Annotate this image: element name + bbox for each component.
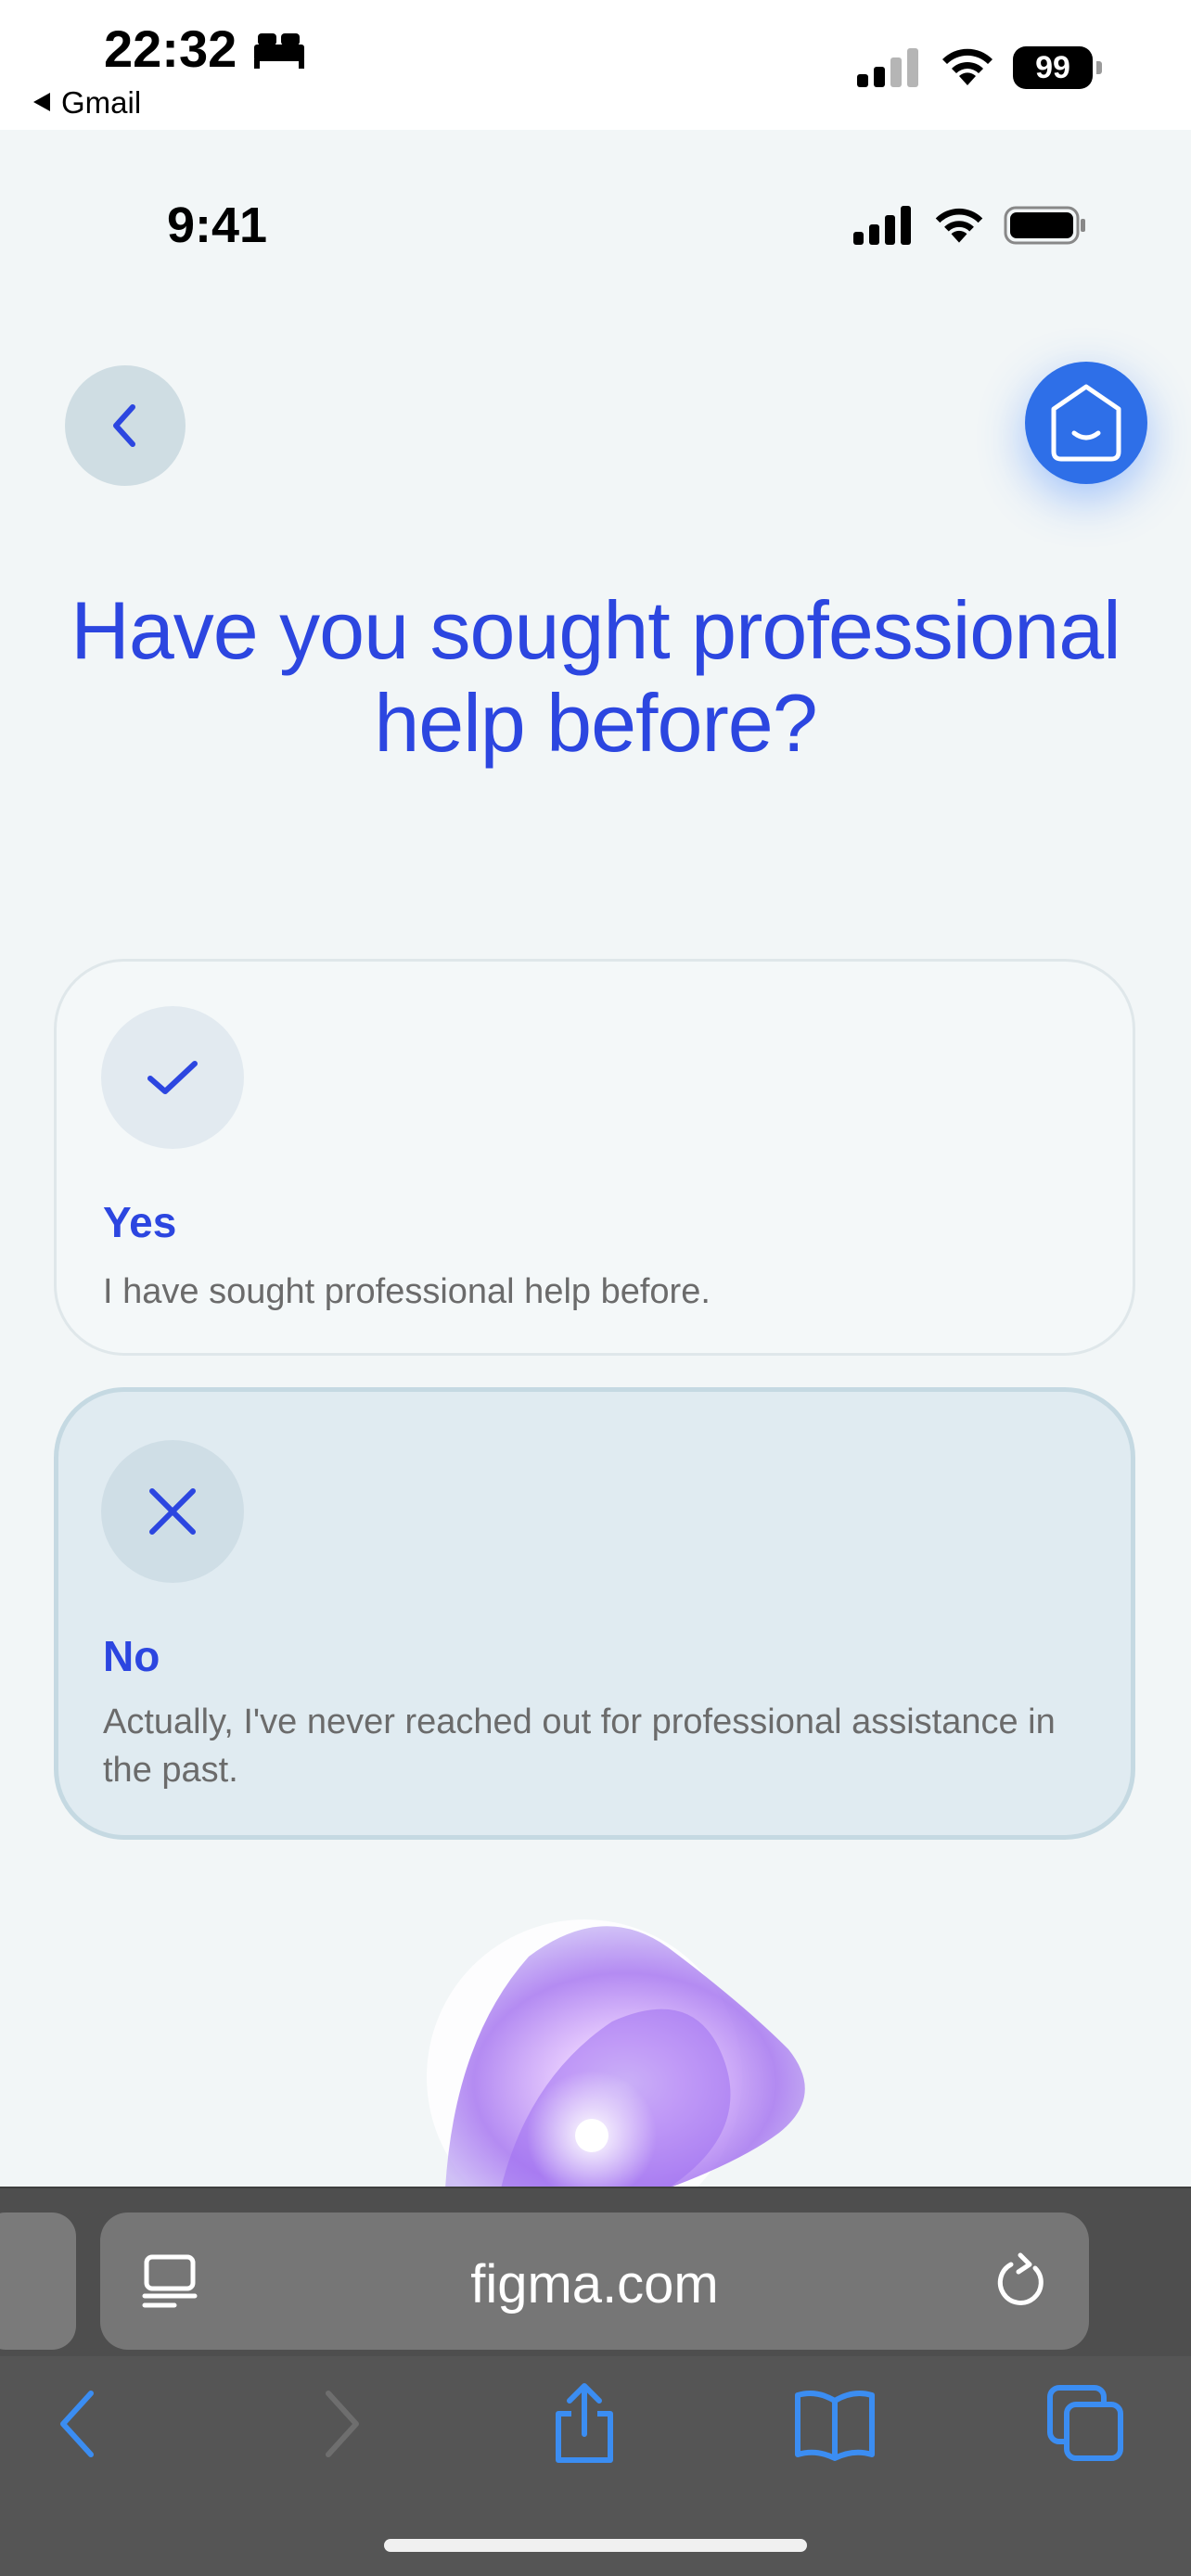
previous-tab-preview[interactable] — [0, 2213, 76, 2350]
system-status-bar: 22:32 Gmail 99 — [0, 0, 1191, 130]
home-assistant-button[interactable] — [1025, 362, 1147, 484]
battery-indicator: 99 — [1013, 46, 1102, 89]
option-yes-title: Yes — [103, 1198, 177, 1246]
share-icon[interactable] — [549, 2382, 620, 2466]
battery-nub — [1096, 61, 1102, 74]
app-battery-icon — [1004, 206, 1085, 245]
battery-level: 99 — [1013, 46, 1093, 89]
option-no-icon-circle — [101, 1440, 244, 1583]
tabs-icon[interactable] — [1044, 2382, 1128, 2466]
check-icon — [147, 1061, 198, 1094]
home-indicator — [384, 2539, 807, 2552]
option-no-description: Actually, I've never reached out for pro… — [103, 1702, 1056, 1790]
x-icon — [149, 1488, 196, 1535]
bookmarks-icon[interactable] — [792, 2382, 877, 2466]
option-yes-icon-circle — [101, 1006, 244, 1149]
bed-icon — [254, 33, 304, 69]
chevron-left-icon — [113, 404, 135, 447]
app-mock-clock: 9:41 — [167, 198, 268, 253]
browser-forward-icon[interactable] — [312, 2382, 367, 2466]
option-yes[interactable]: Yes I have sought professional help befo… — [54, 959, 1135, 1356]
cellular-signal-icon — [857, 48, 918, 87]
system-clock: 22:32 — [104, 19, 237, 78]
address-bar[interactable]: figma.com — [100, 2213, 1089, 2350]
url-text: figma.com — [470, 2254, 719, 2315]
option-yes-description: I have sought professional help before. — [103, 1272, 711, 1311]
reload-icon[interactable] — [992, 2251, 1048, 2313]
back-button[interactable] — [65, 365, 186, 486]
back-app-label: Gmail — [61, 85, 142, 120]
smiling-house-icon — [1051, 384, 1121, 462]
browser-back-icon[interactable] — [52, 2382, 108, 2466]
browser-chrome: figma.com — [0, 2187, 1191, 2576]
option-no-title: No — [103, 1632, 160, 1680]
question-title: Have you sought professional help before… — [70, 584, 1121, 769]
back-triangle-icon — [33, 93, 50, 112]
wifi-icon — [942, 48, 992, 85]
address-bar-area: figma.com — [0, 2187, 1191, 2358]
back-to-app-link[interactable]: Gmail — [33, 85, 141, 121]
app-wifi-icon — [935, 208, 983, 243]
option-no[interactable]: No Actually, I've never reached out for … — [54, 1387, 1135, 1840]
ai-orb-illustration — [427, 1919, 805, 2188]
app-cellular-signal-icon — [853, 206, 911, 245]
